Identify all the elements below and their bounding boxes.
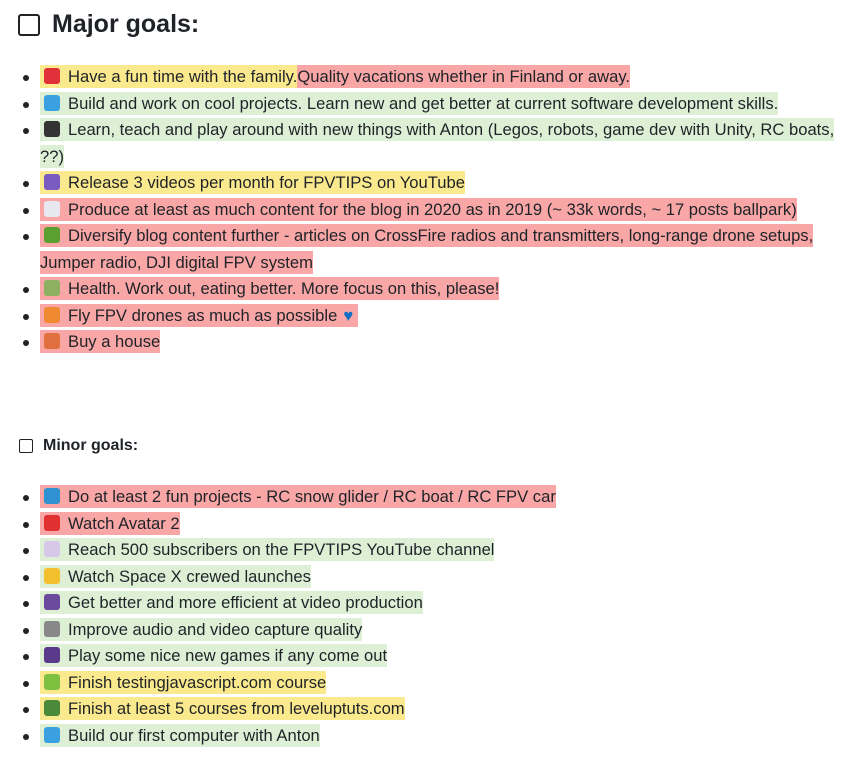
highlighted-text: Buy a house — [40, 330, 161, 353]
list-item: Diversify blog content further - article… — [23, 223, 840, 276]
item-text: Produce at least as much content for the… — [68, 199, 797, 219]
highlighted-text: Get better and more efficient at video p… — [40, 591, 423, 614]
highlighted-text: Finish at least 5 courses from leveluptu… — [40, 697, 405, 720]
highlighted-text: Reach 500 subscribers on the FPVTIPS You… — [40, 538, 495, 561]
major-goals-list: Have a fun time with the family.Quality … — [23, 64, 840, 356]
list-item: Produce at least as much content for the… — [23, 197, 840, 224]
list-item: Watch Space X crewed launches — [23, 564, 840, 591]
list-item: Reach 500 subscribers on the FPVTIPS You… — [23, 537, 840, 564]
chart-increasing-icon — [44, 541, 60, 557]
minor-goals-heading: Minor goals: — [19, 437, 138, 455]
list-item: Watch Avatar 2 — [23, 511, 840, 538]
item-text: Learn, teach and play around with new th… — [40, 120, 835, 166]
item-text: Diversify blog content further - article… — [40, 226, 814, 272]
list-item: Get better and more efficient at video p… — [23, 590, 840, 617]
laptop-icon — [44, 94, 60, 111]
list-item: Release 3 videos per month for FPVTIPS o… — [23, 170, 840, 197]
item-text: Reach 500 subscribers on the FPVTIPS You… — [68, 540, 495, 559]
item-text: Do at least 2 fun projects - RC snow gli… — [68, 487, 556, 506]
highlighted-text: Have a fun time with the family. — [40, 65, 298, 88]
minor-goals-list: Do at least 2 fun projects - RC snow gli… — [23, 484, 840, 750]
highlighted-text: Play some nice new games if any come out — [40, 644, 388, 667]
list-item: Buy a house — [23, 329, 840, 356]
balloon-icon — [44, 68, 60, 84]
list-item: Learn, teach and play around with new th… — [23, 117, 840, 170]
popcorn-icon — [44, 514, 60, 531]
item-text: Buy a house — [68, 332, 161, 351]
list-item: Finish at least 5 courses from leveluptu… — [23, 696, 840, 723]
major-goals-title: Major goals: — [52, 10, 200, 38]
helicopter-icon — [44, 306, 60, 323]
highlighted-text: Quality vacations whether in Finland or … — [297, 65, 630, 88]
minor-goals-checkbox[interactable] — [19, 439, 33, 453]
list-item: Build our first computer with Anton — [23, 723, 840, 750]
list-item: Finish testingjavascript.com course — [23, 670, 840, 697]
item-text: Have a fun time with the family. — [68, 67, 298, 86]
memo-icon — [44, 200, 60, 217]
teacher-icon — [44, 121, 60, 137]
blue-heart-icon: ♥ — [343, 305, 354, 325]
teacher-icon — [44, 700, 60, 716]
highlighted-text: Release 3 videos per month for FPVTIPS o… — [40, 171, 465, 194]
highlighted-text: Build and work on cool projects. Learn n… — [40, 91, 779, 115]
test-tube-icon — [44, 673, 60, 690]
major-goals-checkbox[interactable] — [18, 13, 40, 36]
item-text: Release 3 videos per month for FPVTIPS o… — [68, 173, 465, 192]
crossed-fingers-icon — [44, 567, 60, 584]
highlighted-text: Improve audio and video capture quality — [40, 617, 363, 641]
item-text: Finish testingjavascript.com course — [68, 672, 327, 692]
game-controller-icon — [44, 647, 60, 663]
herb-icon — [44, 280, 60, 296]
list-item: Do at least 2 fun projects - RC snow gli… — [23, 484, 840, 511]
item-text: Quality vacations whether in Finland or … — [297, 67, 630, 86]
item-text: Watch Space X crewed launches — [68, 566, 311, 586]
highlighted-text: Do at least 2 fun projects - RC snow gli… — [40, 485, 556, 508]
highlighted-text: Produce at least as much content for the… — [40, 197, 797, 221]
highlighted-text: Build our first computer with Anton — [40, 723, 320, 747]
list-item: Improve audio and video capture quality — [23, 617, 840, 644]
item-text: Fly FPV drones as much as possible — [68, 305, 338, 325]
highlighted-text: Learn, teach and play around with new th… — [40, 118, 835, 168]
list-item: Build and work on cool projects. Learn n… — [23, 91, 840, 118]
highlighted-text: Fly FPV drones as much as possible ♥ — [40, 303, 358, 327]
videocassette-icon — [44, 594, 60, 610]
list-item: Have a fun time with the family.Quality … — [23, 64, 840, 91]
list-item: Play some nice new games if any come out — [23, 643, 840, 670]
item-text: Build and work on cool projects. Learn n… — [68, 93, 779, 113]
microphone-icon — [44, 620, 60, 637]
item-text: Get better and more efficient at video p… — [68, 593, 423, 612]
video-camera-icon — [44, 174, 60, 190]
list-item: Fly FPV drones as much as possible ♥ — [23, 303, 840, 330]
list-item: Health. Work out, eating better. More fo… — [23, 276, 840, 303]
highlighted-text: Watch Space X crewed launches — [40, 564, 311, 588]
item-text: Improve audio and video capture quality — [68, 619, 363, 639]
highlighted-text: Watch Avatar 2 — [40, 511, 180, 535]
minor-goals-title: Minor goals: — [43, 437, 139, 454]
snow-glider-icon — [44, 488, 60, 504]
highlighted-text: Health. Work out, eating better. More fo… — [40, 277, 500, 300]
item-text: Build our first computer with Anton — [68, 725, 320, 745]
item-text: Health. Work out, eating better. More fo… — [68, 279, 500, 298]
item-text: Finish at least 5 courses from leveluptu… — [68, 699, 405, 718]
house-icon — [44, 333, 60, 349]
item-text: Play some nice new games if any come out — [68, 646, 388, 665]
major-goals-heading: Major goals: — [18, 10, 199, 39]
books-icon — [44, 227, 60, 243]
laptop-icon — [44, 726, 60, 743]
highlighted-text: Diversify blog content further - article… — [40, 224, 814, 274]
highlighted-text: Finish testingjavascript.com course — [40, 670, 327, 694]
item-text: Watch Avatar 2 — [68, 513, 180, 533]
